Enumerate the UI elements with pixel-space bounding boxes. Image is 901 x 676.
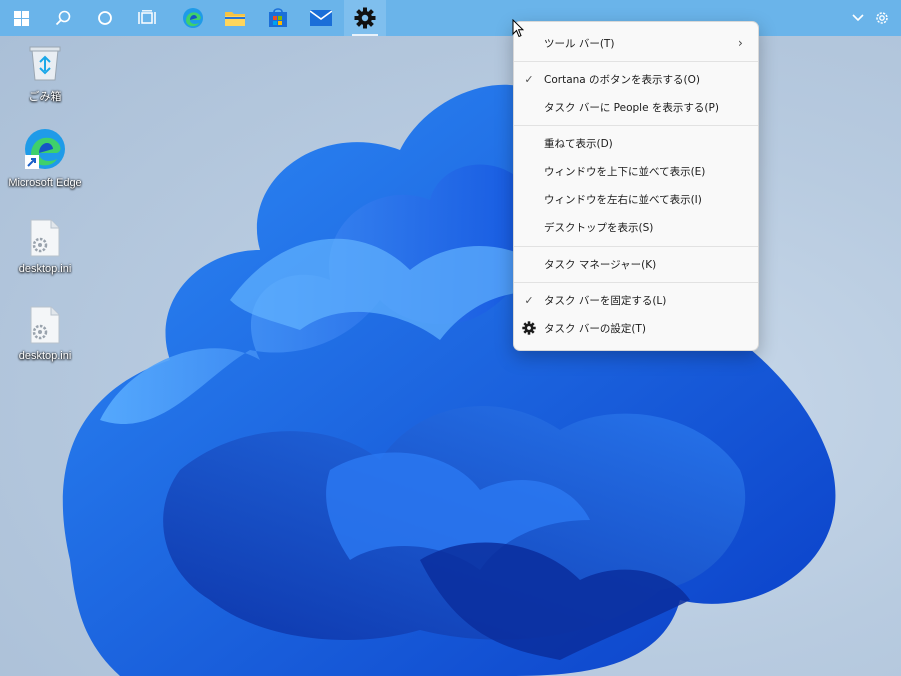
desktop-icon-desktop-ini-2[interactable]: desktop.ini <box>5 306 85 362</box>
chevron-right-icon: › <box>738 36 743 50</box>
windows-logo-icon <box>13 10 29 26</box>
wallpaper-bloom <box>62 84 836 676</box>
taskbar-edge[interactable] <box>172 0 214 36</box>
menu-separator <box>514 125 758 126</box>
mouse-cursor-icon <box>512 19 524 38</box>
check-icon: ✓ <box>524 293 534 307</box>
menu-separator <box>514 246 758 247</box>
menu-separator <box>514 61 758 62</box>
desktop-icon-label: desktop.ini <box>18 263 72 275</box>
menu-item-show-cortana[interactable]: ✓ Cortana のボタンを表示する(O) <box>514 65 758 93</box>
gear-outline-icon <box>876 12 888 24</box>
gear-icon <box>522 321 536 335</box>
tray-settings-button[interactable] <box>870 0 894 36</box>
taskbar-settings[interactable] <box>344 0 386 36</box>
desktop-icon-label: ごみ箱 <box>28 91 62 103</box>
cortana-button[interactable] <box>84 0 126 36</box>
edge-icon <box>25 129 65 169</box>
menu-item-label: タスク マネージャー(K) <box>544 258 657 271</box>
menu-item-task-manager[interactable]: タスク マネージャー(K) <box>514 250 758 278</box>
taskbar-context-menu: ツール バー(T) › ✓ Cortana のボタンを表示する(O) タスク バ… <box>513 21 759 351</box>
taskbar-mail[interactable] <box>300 0 342 36</box>
menu-item-label: タスク バーの設定(T) <box>544 322 646 335</box>
menu-item-show-people[interactable]: タスク バーに People を表示する(P) <box>514 93 758 121</box>
menu-item-lock-taskbar[interactable]: ✓ タスク バーを固定する(L) <box>514 286 758 314</box>
tray-overflow-button[interactable] <box>846 0 870 36</box>
search-button[interactable] <box>42 0 84 36</box>
desktop-icon-desktop-ini-1[interactable]: desktop.ini <box>5 219 85 275</box>
desktop-icon-edge[interactable]: Microsoft Edge <box>5 127 85 189</box>
folder-icon <box>225 12 245 26</box>
menu-item-label: Cortana のボタンを表示する(O) <box>544 73 701 86</box>
settings-file-icon <box>30 219 60 257</box>
desktop-icon-recycle-bin[interactable]: ごみ箱 <box>5 44 85 104</box>
menu-item-cascade[interactable]: 重ねて表示(D) <box>514 129 758 157</box>
recycle-bin-icon <box>29 46 61 81</box>
menu-item-label: ツール バー(T) <box>544 37 615 50</box>
check-icon: ✓ <box>524 72 534 86</box>
menu-item-label: デスクトップを表示(S) <box>544 221 654 234</box>
task-view-button[interactable] <box>126 0 168 36</box>
search-icon <box>55 10 71 26</box>
menu-item-side-by-side[interactable]: ウィンドウを左右に並べて表示(I) <box>514 185 758 213</box>
menu-item-toolbars[interactable]: ツール バー(T) › <box>514 29 758 57</box>
start-button[interactable] <box>0 0 42 36</box>
desktop-icon-label: Microsoft Edge <box>8 177 82 189</box>
cortana-icon <box>98 11 112 25</box>
menu-item-label: ウィンドウを左右に並べて表示(I) <box>544 193 702 206</box>
menu-item-show-desktop[interactable]: デスクトップを表示(S) <box>514 213 758 241</box>
menu-item-label: 重ねて表示(D) <box>544 137 613 150</box>
settings-file-icon <box>30 306 60 344</box>
edge-icon <box>183 8 203 28</box>
menu-item-taskbar-settings[interactable]: タスク バーの設定(T) <box>514 314 758 342</box>
menu-item-label: タスク バーを固定する(L) <box>544 294 667 307</box>
taskbar <box>0 0 901 36</box>
menu-item-stack[interactable]: ウィンドウを上下に並べて表示(E) <box>514 157 758 185</box>
mail-icon <box>310 10 332 26</box>
menu-item-label: タスク バーに People を表示する(P) <box>544 101 719 114</box>
taskbar-store[interactable] <box>257 0 299 36</box>
taskbar-file-explorer[interactable] <box>214 0 256 36</box>
desktop-icon-label: desktop.ini <box>18 350 72 362</box>
settings-gear-icon <box>354 7 376 29</box>
store-icon <box>269 8 287 27</box>
task-view-icon <box>138 10 156 24</box>
menu-separator <box>514 282 758 283</box>
chevron-down-icon <box>852 14 864 22</box>
menu-item-label: ウィンドウを上下に並べて表示(E) <box>544 165 706 178</box>
